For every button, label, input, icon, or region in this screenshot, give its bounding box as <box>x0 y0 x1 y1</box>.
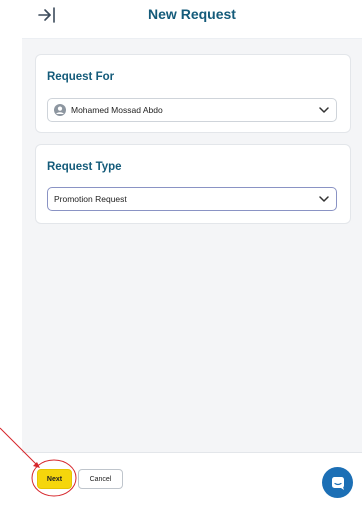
request-for-value: Mohamed Mossad Abdo <box>71 105 163 115</box>
request-for-select[interactable]: Mohamed Mossad Abdo <box>47 98 337 122</box>
request-type-select[interactable]: Promotion Request <box>47 187 337 211</box>
request-for-title: Request For <box>47 71 115 83</box>
chat-launcher-button[interactable] <box>322 467 353 498</box>
next-button[interactable]: Next <box>37 469 72 489</box>
chevron-down-icon <box>319 107 329 113</box>
request-for-card: Request For Mohamed Mossad Abdo <box>35 54 351 133</box>
cancel-button[interactable]: Cancel <box>78 469 123 489</box>
chat-icon <box>331 476 344 490</box>
chevron-down-icon <box>319 196 329 202</box>
user-avatar-icon <box>54 104 66 116</box>
request-type-card: Request Type Promotion Request <box>35 144 351 224</box>
request-type-title: Request Type <box>47 161 122 173</box>
form-footer: Next Cancel <box>22 452 362 514</box>
request-type-value: Promotion Request <box>54 194 127 204</box>
page-title: New Request <box>148 6 236 22</box>
app-header: New Request <box>22 0 362 39</box>
form-content: Request For Mohamed Mossad Abdo Request … <box>22 39 362 452</box>
